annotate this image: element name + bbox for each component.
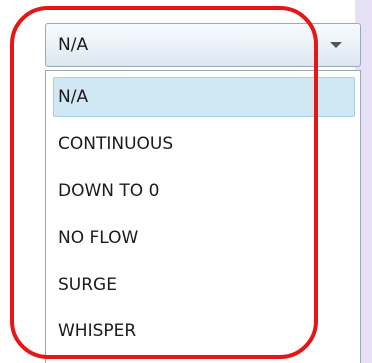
option-down-to-0[interactable]: DOWN TO 0 [53,171,355,211]
option-whisper[interactable]: WHISPER [53,311,355,351]
option-na[interactable]: N/A [53,77,355,117]
option-no-flow[interactable]: NO FLOW [53,218,355,258]
flow-type-select[interactable]: N/A [45,23,361,67]
chevron-down-icon[interactable] [330,42,342,48]
dropdown-options-list: N/A CONTINUOUS DOWN TO 0 NO FLOW SURGE W… [45,70,361,363]
select-current-value: N/A [58,35,89,55]
option-surge[interactable]: SURGE [53,265,355,305]
option-continuous[interactable]: CONTINUOUS [53,124,355,164]
